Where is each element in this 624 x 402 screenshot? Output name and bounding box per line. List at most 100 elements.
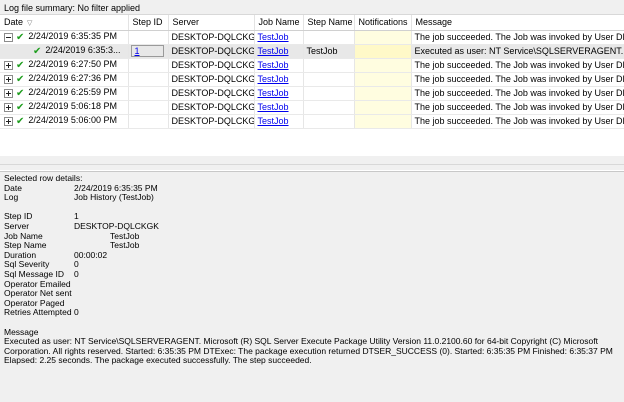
job-name-cell[interactable]: TestJob: [254, 114, 304, 129]
job-name-link[interactable]: TestJob: [258, 88, 289, 98]
detail-row-duration: Duration 00:00:02: [4, 249, 108, 260]
step-name-cell: [303, 100, 355, 115]
server-cell: DESKTOP-DQLCKGK: [168, 58, 255, 73]
message-cell: The job succeeded. The Job was invoked b…: [411, 58, 624, 73]
detail-row-operator-net-sent: Operator Net sent: [4, 288, 72, 299]
table-row[interactable]: ✔ 2/24/2019 6:27:36 PM DESKTOP-DQLCKGK Te…: [0, 72, 624, 87]
step-id-cell: [128, 100, 169, 115]
notifications-cell: [354, 30, 412, 45]
detail-message-text: Executed as user: NT Service\SQLSERVERAG…: [4, 336, 613, 366]
minus-box-icon[interactable]: [4, 32, 13, 42]
step-id-cell: [128, 30, 169, 45]
check-icon: ✔: [16, 115, 25, 127]
plus-box-icon[interactable]: [4, 116, 13, 126]
date-cell[interactable]: ✔ 2/24/2019 6:27:36 PM: [0, 72, 129, 87]
filter-icon[interactable]: ▽: [27, 20, 32, 27]
check-icon: ✔: [16, 73, 25, 85]
table-row-selected[interactable]: ✔ 2/24/2019 6:35:3... 1 DESKTOP-DQLCKGK T…: [0, 44, 624, 59]
step-name-cell: [303, 114, 355, 129]
job-name-link[interactable]: TestJob: [258, 46, 289, 56]
server-cell: DESKTOP-DQLCKGK: [168, 72, 255, 87]
message-cell: The job succeeded. The Job was invoked b…: [411, 86, 624, 101]
table-row[interactable]: ✔ 2/24/2019 6:27:50 PM DESKTOP-DQLCKGK Te…: [0, 58, 624, 73]
notifications-cell: [354, 58, 412, 73]
column-header-date[interactable]: Date ▽: [0, 15, 129, 31]
log-summary-text: Log file summary: No filter applied: [4, 3, 141, 13]
table-row[interactable]: ✔ 2/24/2019 5:06:00 PM DESKTOP-DQLCKGK Te…: [0, 114, 624, 129]
plus-box-icon[interactable]: [4, 74, 13, 84]
check-icon: ✔: [16, 31, 25, 43]
job-name-link[interactable]: TestJob: [258, 116, 289, 126]
column-header-message[interactable]: Message: [411, 15, 624, 31]
notifications-cell: [354, 100, 412, 115]
server-cell: DESKTOP-DQLCKGK: [168, 86, 255, 101]
job-name-link[interactable]: TestJob: [258, 102, 289, 112]
check-icon: ✔: [16, 101, 25, 113]
step-name-cell: [303, 30, 355, 45]
step-id-cell: [128, 86, 169, 101]
step-name-cell: [303, 86, 355, 101]
job-name-cell[interactable]: TestJob: [254, 30, 304, 45]
detail-row-log: Log Job History (TestJob): [4, 192, 154, 203]
date-cell[interactable]: ✔ 2/24/2019 6:27:50 PM: [0, 58, 129, 73]
detail-row-server: Server DESKTOP-DQLCKGK: [4, 220, 159, 231]
server-cell: DESKTOP-DQLCKGK: [168, 114, 255, 129]
step-name-cell: TestJob: [303, 44, 355, 59]
detail-row-operator-paged: Operator Paged: [4, 297, 65, 308]
detail-row-operator-emailed: Operator Emailed: [4, 278, 71, 289]
check-icon: ✔: [16, 59, 25, 71]
detail-row-retries: Retries Attempted 0: [4, 307, 79, 318]
job-name-link[interactable]: TestJob: [258, 60, 289, 70]
notifications-cell: [354, 114, 412, 129]
detail-row-job-name: Job Name TestJob: [4, 230, 140, 241]
plus-box-icon[interactable]: [4, 60, 13, 70]
date-cell[interactable]: ✔ 2/24/2019 5:06:00 PM: [0, 114, 129, 129]
column-header-step-id[interactable]: Step ID: [128, 15, 169, 31]
message-cell: The job succeeded. The Job was invoked b…: [411, 114, 624, 129]
step-id-cell[interactable]: 1: [128, 44, 169, 59]
pane-splitter[interactable]: [0, 164, 624, 170]
step-id-cell: [128, 114, 169, 129]
column-header-job-name[interactable]: Job Name: [254, 15, 304, 31]
notifications-cell: [354, 72, 412, 87]
check-icon: ✔: [33, 45, 42, 57]
message-cell: The job succeeded. The Job was invoked b…: [411, 30, 624, 45]
server-cell: DESKTOP-DQLCKGK: [168, 30, 255, 45]
grid-header-row: Date ▽ Step ID Server Job Name Step Name …: [0, 15, 624, 31]
plus-box-icon[interactable]: [4, 88, 13, 98]
job-name-cell[interactable]: TestJob: [254, 100, 304, 115]
job-name-cell[interactable]: TestJob: [254, 72, 304, 87]
message-cell: The job succeeded. The Job was invoked b…: [411, 100, 624, 115]
detail-row-sql-message-id: Sql Message ID 0: [4, 268, 79, 279]
job-name-cell[interactable]: TestJob: [254, 44, 304, 59]
table-row[interactable]: ✔ 2/24/2019 5:06:18 PM DESKTOP-DQLCKGK Te…: [0, 100, 624, 115]
notifications-cell: [354, 44, 412, 59]
job-name-link[interactable]: TestJob: [258, 74, 289, 84]
column-header-notifications[interactable]: Notifications: [354, 15, 412, 31]
job-name-cell[interactable]: TestJob: [254, 58, 304, 73]
message-cell: The job succeeded. The Job was invoked b…: [411, 72, 624, 87]
horizontal-scrollbar[interactable]: [0, 156, 624, 164]
table-row[interactable]: ✔ 2/24/2019 6:25:59 PM DESKTOP-DQLCKGK Te…: [0, 86, 624, 101]
job-name-cell[interactable]: TestJob: [254, 86, 304, 101]
log-grid[interactable]: Date ▽ Step ID Server Job Name Step Name …: [0, 15, 624, 164]
table-row[interactable]: ✔ 2/24/2019 6:35:35 PM DESKTOP-DQLCKGK Te…: [0, 30, 624, 45]
server-cell: DESKTOP-DQLCKGK: [168, 100, 255, 115]
server-cell: DESKTOP-DQLCKGK: [168, 44, 255, 59]
date-cell[interactable]: ✔ 2/24/2019 5:06:18 PM: [0, 100, 129, 115]
date-cell[interactable]: ✔ 2/24/2019 6:25:59 PM: [0, 86, 129, 101]
date-cell[interactable]: ✔ 2/24/2019 6:35:3...: [0, 44, 129, 59]
date-cell[interactable]: ✔ 2/24/2019 6:35:35 PM: [0, 30, 129, 45]
step-id-link[interactable]: 1: [130, 45, 164, 57]
message-cell: Executed as user: NT Service\SQLSERVERAG…: [411, 44, 624, 59]
log-summary-bar: Log file summary: No filter applied: [0, 0, 624, 15]
detail-row-sql-severity: Sql Severity 0: [4, 259, 79, 270]
plus-box-icon[interactable]: [4, 102, 13, 112]
column-header-step-name[interactable]: Step Name: [303, 15, 355, 31]
step-name-cell: [303, 72, 355, 87]
job-name-link[interactable]: TestJob: [258, 32, 289, 42]
column-header-server[interactable]: Server: [168, 15, 255, 31]
check-icon: ✔: [16, 87, 25, 99]
step-id-cell: [128, 72, 169, 87]
notifications-cell: [354, 86, 412, 101]
